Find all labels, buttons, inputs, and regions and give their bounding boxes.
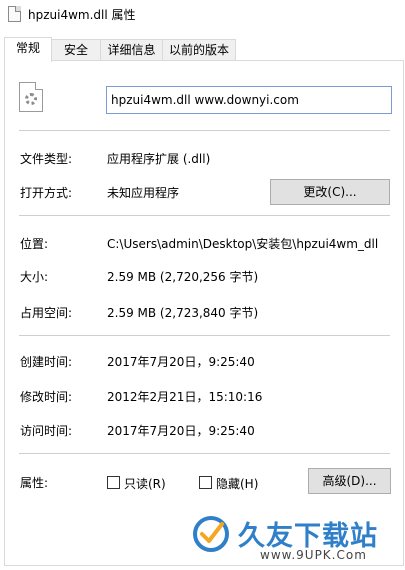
file-type-value: 应用程序扩展 (.dll): [107, 152, 211, 166]
opens-with-value: 未知应用程序: [107, 186, 180, 200]
site-watermark: 久友下载站 www.9UPK.Com: [188, 508, 403, 568]
tab-previous-versions[interactable]: 以前的版本: [162, 39, 236, 61]
created-value: 2017年7月20日，9:25:40: [107, 355, 255, 369]
gear-icon: [25, 93, 37, 105]
file-type-label: 文件类型:: [20, 152, 73, 166]
divider: [19, 335, 390, 336]
attributes-label: 属性:: [20, 476, 49, 490]
tab-details[interactable]: 详细信息: [100, 39, 163, 61]
watermark-url: www.9UPK.Com: [260, 548, 367, 562]
file-name-input[interactable]: [106, 86, 392, 114]
accessed-label: 访问时间:: [20, 424, 73, 438]
modified-value: 2012年2月21日，15:10:16: [107, 390, 263, 404]
advanced-button[interactable]: 高级(D)...: [308, 468, 391, 494]
title-bar[interactable]: hpzui4wm.dll 属性: [0, 0, 405, 30]
opens-with-label: 打开方式:: [20, 186, 73, 200]
readonly-checkbox-box[interactable]: [107, 476, 120, 489]
divider: [19, 130, 390, 131]
hidden-checkbox-box[interactable]: [199, 476, 212, 489]
change-button[interactable]: 更改(C)...: [270, 179, 390, 205]
modified-label: 修改时间:: [20, 390, 73, 404]
dll-file-icon: [8, 6, 21, 22]
hidden-checkbox-label[interactable]: 隐藏(H): [216, 475, 258, 492]
window-title: hpzui4wm.dll 属性: [28, 8, 136, 22]
size-on-disk-value: 2.59 MB (2,723,840 字节): [107, 306, 259, 320]
readonly-checkbox-label[interactable]: 只读(R): [124, 475, 166, 492]
dll-file-gear-icon: [19, 82, 43, 112]
divider: [19, 215, 390, 216]
watermark-logo-icon: [193, 516, 229, 552]
tab-general[interactable]: 常规: [4, 37, 52, 62]
location-value: C:\Users\admin\Desktop\安装包\hpzui4wm_dll: [107, 237, 379, 251]
size-value: 2.59 MB (2,720,256 字节): [107, 270, 259, 284]
tab-security[interactable]: 安全: [51, 39, 101, 61]
size-label: 大小:: [20, 270, 49, 284]
created-label: 创建时间:: [20, 355, 73, 369]
divider: [19, 453, 390, 454]
size-on-disk-label: 占用空间:: [20, 306, 73, 320]
accessed-value: 2017年7月20日，9:25:40: [107, 424, 255, 438]
location-label: 位置:: [20, 237, 49, 251]
